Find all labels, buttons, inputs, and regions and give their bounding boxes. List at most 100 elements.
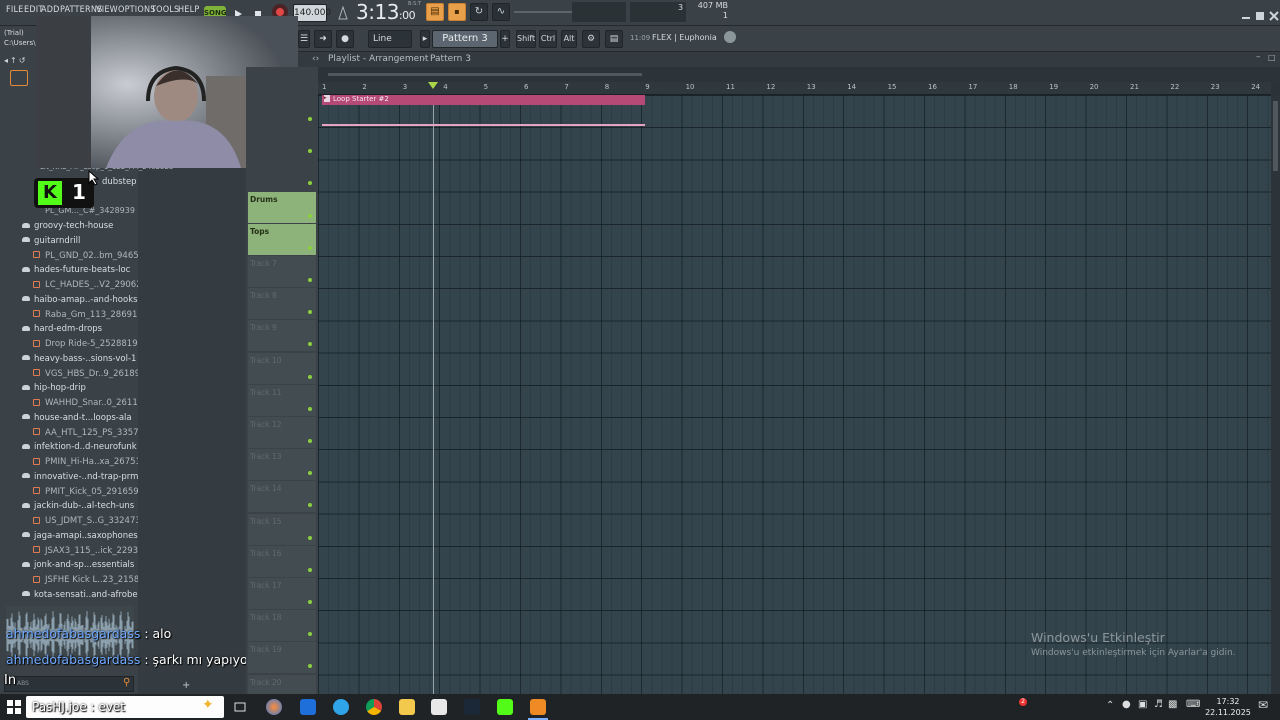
browser-file[interactable]: PMIN_Hi-Ha..xa_2675184 — [0, 455, 138, 469]
display-tray-icon[interactable]: ▣ — [1138, 699, 1147, 710]
vertical-scroll-thumb[interactable] — [1273, 101, 1278, 171]
track-mute-led[interactable] — [308, 310, 312, 315]
pattern-mode-button[interactable]: ▤ — [426, 3, 444, 21]
pattern-selector[interactable]: Pattern 3 — [432, 30, 498, 48]
song-time-display[interactable]: 3:13:00 — [356, 0, 416, 24]
browser-folder[interactable]: infektion-d..d-neurofunk — [0, 440, 138, 454]
browser-file[interactable]: PMIT_Kick_05_2916599 — [0, 485, 138, 499]
track-mute-led[interactable] — [308, 117, 312, 121]
ctrl-key-button[interactable]: Ctrl — [539, 30, 557, 48]
playhead-marker-icon[interactable] — [428, 82, 438, 92]
clip-menu-icon[interactable]: ▸ — [324, 95, 330, 102]
vertical-scrollbar[interactable] — [1271, 95, 1280, 694]
browser-file[interactable]: PL_GND_02..bm_946510 — [0, 249, 138, 263]
browser-file[interactable]: JSFHE Kick L..23_2158937 — [0, 573, 138, 587]
speaker-tray-icon[interactable]: ♬ — [1154, 699, 1163, 710]
track-header[interactable] — [248, 95, 316, 126]
master-pitch-box[interactable] — [572, 2, 626, 22]
search-icon[interactable]: ⚲ — [123, 677, 130, 688]
taskbar-search-box[interactable]: PasHJ.joe : evet ✦ — [26, 696, 224, 718]
track-header[interactable] — [248, 127, 316, 159]
mixer-button[interactable]: ☰ — [298, 30, 310, 48]
fl-studio-icon[interactable] — [530, 699, 546, 715]
track-header[interactable]: Track 10 — [248, 352, 316, 384]
browser-file[interactable]: AA_HTL_125_PS_3357551 — [0, 426, 138, 440]
keyboard-tray-icon[interactable]: ⌨ — [1186, 699, 1200, 710]
track-header[interactable] — [248, 159, 316, 191]
browser-tab-icon[interactable] — [10, 70, 28, 86]
track-header[interactable]: Track 17 — [248, 578, 316, 609]
metronome-icon[interactable] — [338, 5, 348, 20]
taskbar-clock[interactable]: 17:32 22.11.2025 — [1204, 696, 1252, 718]
track-mute-led[interactable] — [308, 600, 312, 604]
master-volume-slider[interactable] — [514, 11, 572, 13]
browser-folder[interactable]: hip-hop-drip — [0, 381, 138, 395]
browser-file[interactable]: US_JDMT_S..G_3324735 — [0, 514, 138, 528]
playlist-maximize-button[interactable]: □ — [1268, 53, 1276, 62]
menu-options[interactable]: OPTIONS — [118, 5, 156, 15]
wave-button[interactable]: ∿ — [492, 3, 510, 21]
loop-record-button[interactable]: ↻ — [470, 3, 488, 21]
track-mute-led[interactable] — [308, 503, 312, 508]
track-header[interactable]: Track 13 — [248, 449, 316, 481]
alt-key-button[interactable]: Alt — [561, 30, 577, 48]
track-header[interactable]: Track 8 — [248, 288, 316, 320]
browser-search-bar[interactable]: ABS ⚲ — [4, 676, 134, 692]
edge-icon[interactable] — [333, 699, 349, 715]
blend-notes-button[interactable]: ▪ — [448, 3, 466, 21]
track-header[interactable]: Track 15 — [248, 513, 316, 545]
chrome-icon[interactable] — [366, 699, 382, 715]
track-header[interactable]: Tops — [248, 223, 316, 255]
browser-folder[interactable]: jackin-dub-..al-tech-uns — [0, 499, 138, 513]
menu-file[interactable]: FILE — [6, 5, 23, 15]
browser-folder[interactable]: heavy-bass-..sions-vol-1 — [0, 352, 138, 366]
track-mute-led[interactable] — [308, 535, 312, 540]
chevron-left-right-icon[interactable]: ‹› — [312, 54, 319, 64]
browser-folder[interactable]: guitarndrill — [0, 234, 138, 248]
track-header[interactable]: Track 11 — [248, 384, 316, 416]
browser-folder[interactable]: groovy-tech-house — [0, 219, 138, 233]
store-icon[interactable] — [431, 699, 447, 715]
browser-folder[interactable]: jaga-amapi..saxophones — [0, 529, 138, 543]
track-header[interactable]: Drums — [248, 191, 316, 223]
playlist-grid[interactable]: ▸ Loop Starter #2 — [318, 95, 1271, 694]
microphone-tray-icon[interactable]: ● — [1122, 699, 1131, 710]
window-close-button[interactable] — [1269, 6, 1279, 21]
browser-folder[interactable]: hard-edm-drops — [0, 322, 138, 336]
track-mute-led[interactable] — [308, 278, 312, 282]
browser-folder[interactable]: innovative-..nd-trap-prm — [0, 470, 138, 484]
browser-folder[interactable]: jonk-and-sp...essentials — [0, 558, 138, 572]
shift-key-button[interactable]: Shift — [516, 30, 536, 48]
online-button[interactable]: ⚙ — [582, 30, 600, 48]
steam-icon[interactable] — [464, 699, 480, 715]
track-header[interactable]: Track 7 — [248, 256, 316, 287]
arrow-tool-button[interactable]: ➜ — [314, 30, 332, 48]
browser-partial-folder[interactable]: dubstep — [102, 177, 137, 187]
snap-selector[interactable]: Line — [368, 30, 412, 48]
track-mute-led[interactable] — [308, 342, 312, 347]
hint-text[interactable]: FLEX | Euphonia — [652, 33, 717, 42]
add-pattern-button[interactable]: + — [500, 30, 510, 48]
timeline-ruler[interactable]: 1 2 3 4 5 6 7 8 9 10 11 12 13 14 15 16 17 18 19 20 21 22 23 24 — [318, 82, 1271, 95]
track-mute-led[interactable] — [308, 181, 312, 186]
track-header[interactable]: Track 18 — [248, 610, 316, 642]
start-button[interactable] — [6, 699, 22, 715]
menu-view[interactable]: VIEW — [96, 5, 118, 15]
track-mute-led[interactable] — [308, 374, 312, 379]
menu-tools[interactable]: TOOLS — [151, 5, 179, 15]
pattern-clip[interactable]: ▸ Loop Starter #2 — [322, 95, 645, 105]
browser-folder[interactable]: haibo-amap..-and-hooks — [0, 293, 138, 307]
track-mute-led[interactable] — [308, 245, 312, 250]
tempo-display[interactable]: 140.000 — [293, 4, 331, 22]
mic-button[interactable]: ● — [336, 30, 354, 48]
track-header[interactable]: Track 16 — [248, 545, 316, 577]
window-maximize-button[interactable] — [1255, 6, 1265, 20]
track-mute-led[interactable] — [308, 664, 312, 669]
browser-nav-arrows[interactable]: ◂↑↺ — [4, 56, 36, 66]
browser-file[interactable]: VGS_HBS_Dr..9_2618931 — [0, 367, 138, 381]
track-mute-led[interactable] — [308, 471, 312, 476]
horizontal-scrollbar[interactable] — [328, 73, 642, 76]
browser-file[interactable]: JSAX3_115_..ick_2293200 — [0, 544, 138, 558]
mail-icon[interactable] — [300, 699, 316, 715]
copilot-icon[interactable] — [266, 699, 282, 715]
